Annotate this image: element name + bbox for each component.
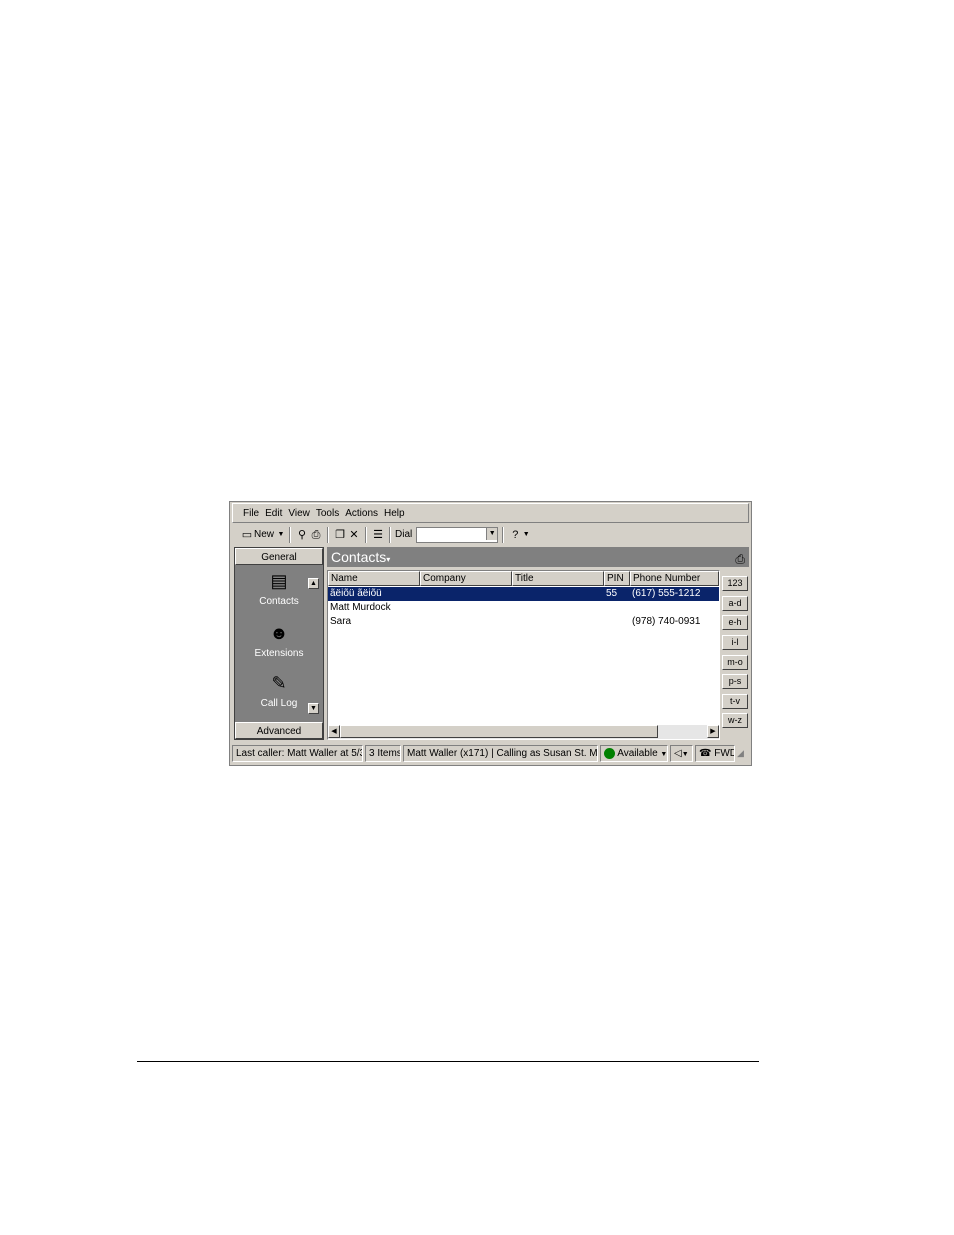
toolbar-separator [502,526,505,543]
menu-edit[interactable]: Edit [265,508,282,519]
column-header-company[interactable]: Company [420,571,512,586]
availability-label: Available [617,748,658,759]
scroll-up-button[interactable]: ▲ [308,578,319,589]
contacts-pane: Contacts▾ ⎙ Name Company Title PIN Phone… [327,547,749,740]
alpha-tab-w-z[interactable]: w-z [722,713,748,728]
toolbar-separator [327,526,330,543]
alpha-tab-e-h[interactable]: e-h [722,615,748,630]
cell-phone: (617) 555-1212 [632,588,701,599]
new-card-icon: ▭ [241,528,253,541]
alpha-tab-t-v[interactable]: t-v [722,694,748,709]
cell-name: Sara [330,616,352,627]
outlook-item-label: Extensions [254,648,304,659]
outlook-item-extensions[interactable]: ☻ Extensions [235,622,323,659]
new-dropdown-arrow[interactable]: ▼ [277,531,285,538]
available-status-icon [604,747,615,759]
cell-name: ãëiõü ãëiõü [330,588,382,599]
advanced-group-button[interactable]: Advanced [235,722,323,739]
column-header-pin[interactable]: PIN [604,571,630,586]
outlook-bar: General ▤ Contacts ▲ ☻ Extensions ✎ Call… [234,547,324,740]
cell-phone: (978) 740-0931 [632,616,701,627]
folder-title-dropdown-icon[interactable]: ▾ [386,555,390,564]
volume-control[interactable]: ◁▼ [670,745,693,762]
alpha-tab-m-o[interactable]: m-o [722,655,748,670]
dial-combo[interactable]: ▼ [416,526,499,543]
cell-name: Matt Murdock [330,602,391,613]
resize-grip-icon[interactable]: ◢ [737,748,744,759]
outlook-item-label: Contacts [259,596,299,607]
folder-banner: Contacts▾ ⎙ [327,547,749,567]
call-log-icon: ✎ [271,673,287,693]
scroll-right-button[interactable]: ▶ [707,725,719,738]
availability-dropdown-arrow[interactable]: ▼ [660,751,667,758]
general-group-button[interactable]: General [235,548,323,565]
contacts-icon: ▤ [270,571,288,591]
cell-pin: 55 [606,588,618,599]
dial-label: Dial [395,529,413,540]
phone-manager-window: File Edit View Tools Actions Help ▭ New … [229,501,752,766]
new-button-label: New [254,529,275,540]
extensions-icon: ☻ [269,623,289,643]
folder-title[interactable]: Contacts [331,549,386,565]
status-last-caller: Last caller: Matt Waller at 5/30/2 [232,745,363,762]
scroll-down-button[interactable]: ▼ [308,703,319,714]
horizontal-scrollbar[interactable]: ◀ ▶ [328,725,719,739]
toolbar-separator [289,526,292,543]
forward-button[interactable]: ☎ FWD [695,745,735,762]
alpha-tab-i-l[interactable]: i-l [722,635,748,650]
menu-tools[interactable]: Tools [316,508,339,519]
volume-dropdown-arrow[interactable]: ▼ [682,751,689,758]
column-header-phone[interactable]: Phone Number [630,571,719,586]
table-row[interactable]: ãëiõü ãëiõü 55 (617) 555-1212 [328,587,719,601]
list-view-icon[interactable]: ☰ [371,528,385,542]
menu-actions[interactable]: Actions [345,508,378,519]
toolbar: ▭ New ▼ ⚲ ⎙ ❐ ✕ ☰ Dial ▼ ? ▼ [232,524,749,545]
contacts-list: Name Company Title PIN Phone Number ãëiõ… [327,570,720,740]
alpha-tab-a-d[interactable]: a-d [722,596,748,611]
find-icon[interactable]: ⚲ [295,528,309,542]
help-icon[interactable]: ? [508,528,522,542]
scroll-thumb[interactable] [340,725,658,738]
print-icon[interactable]: ⎙ [309,528,323,542]
outlook-item-label: Call Log [260,698,298,709]
copy-icon[interactable]: ❐ [333,528,347,542]
table-row[interactable]: Sara (978) 740-0931 [328,615,719,629]
alpha-tab-p-s[interactable]: p-s [722,674,748,689]
status-calling-as: Matt Waller (x171) | Calling as Susan St… [403,745,598,762]
forward-phone-icon: ☎ [699,748,712,759]
toolbar-separator [365,526,368,543]
toolbar-separator [389,526,392,543]
alpha-tab-123[interactable]: 123 [722,576,748,591]
speaker-icon: ◁ [674,748,682,759]
availability-control[interactable]: Available ▼ [600,745,668,762]
forward-label: FWD [714,748,735,759]
menu-file[interactable]: File [243,508,259,519]
column-header-title[interactable]: Title [512,571,604,586]
menu-help[interactable]: Help [384,508,405,519]
scroll-left-button[interactable]: ◀ [328,725,340,738]
printer-icon[interactable]: ⎙ [735,549,745,569]
new-button[interactable]: ▭ New [240,526,274,543]
delete-icon[interactable]: ✕ [347,528,361,542]
menu-view[interactable]: View [288,508,310,519]
page-footer-rule [137,1061,759,1062]
status-bar: Last caller: Matt Waller at 5/30/2 3 Ite… [232,744,749,763]
status-item-count: 3 Items [365,745,401,762]
column-header-name[interactable]: Name [328,571,420,586]
help-dropdown-arrow[interactable]: ▼ [522,531,530,538]
table-row[interactable]: Matt Murdock [328,601,719,615]
dial-dropdown-arrow[interactable]: ▼ [486,527,498,540]
menu-bar: File Edit View Tools Actions Help [232,503,749,523]
